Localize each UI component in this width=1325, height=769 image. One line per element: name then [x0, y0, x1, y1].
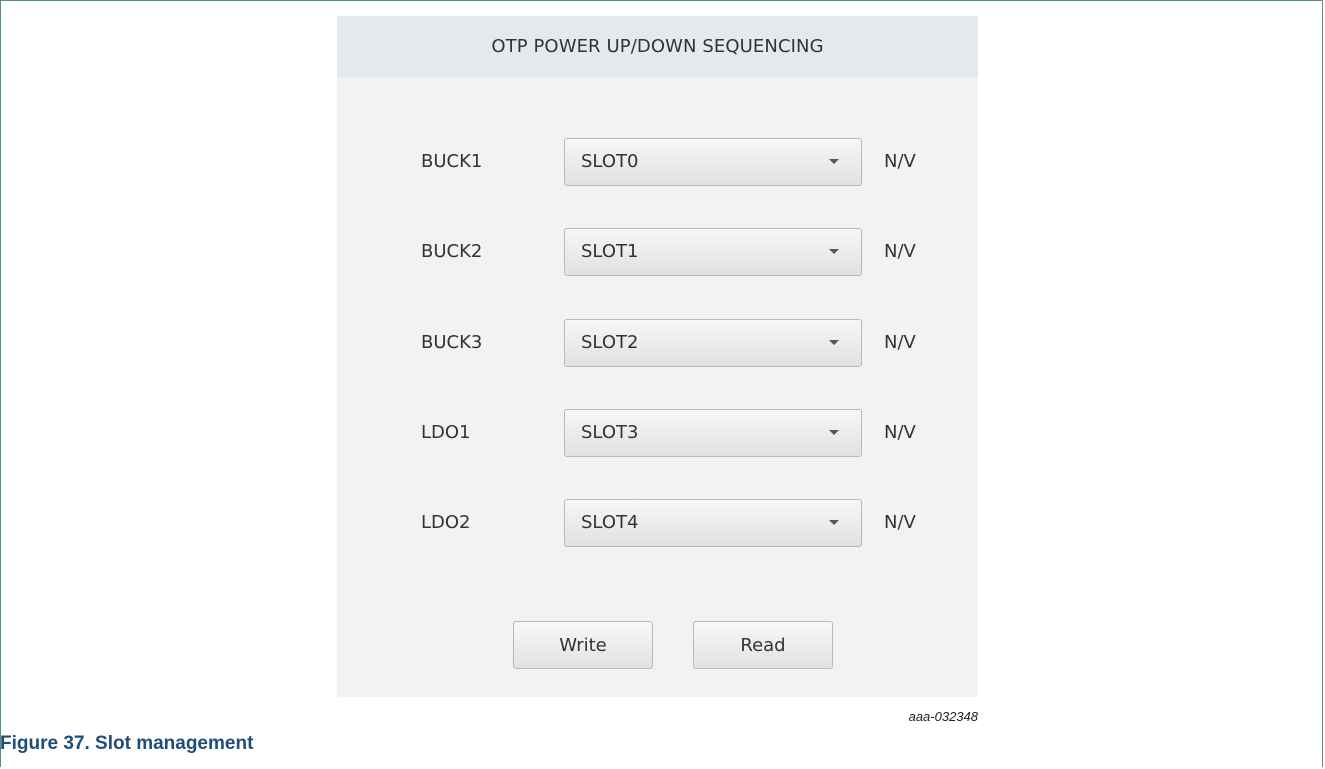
slot-dropdown-buck3[interactable]: SLOT2: [564, 319, 862, 367]
slot-dropdown-ldo1[interactable]: SLOT3: [564, 409, 862, 457]
figure-caption: Figure 37. Slot management: [0, 733, 254, 754]
row-label: LDO2: [421, 512, 471, 533]
slot-dropdown-ldo2[interactable]: SLOT4: [564, 499, 862, 547]
sequence-row-ldo2: LDO2 SLOT4 N/V: [337, 499, 978, 547]
chevron-down-icon: [829, 249, 839, 254]
slot-selected-value: SLOT4: [581, 512, 639, 533]
sequence-row-ldo1: LDO1 SLOT3 N/V: [337, 409, 978, 457]
slot-selected-value: SLOT3: [581, 422, 639, 443]
row-label: BUCK3: [421, 332, 483, 353]
slot-selected-value: SLOT1: [581, 241, 639, 262]
slot-selected-value: SLOT0: [581, 151, 639, 172]
row-label: LDO1: [421, 422, 471, 443]
chevron-down-icon: [829, 159, 839, 164]
chevron-down-icon: [829, 520, 839, 525]
status-value: N/V: [884, 422, 916, 443]
slot-dropdown-buck1[interactable]: SLOT0: [564, 138, 862, 186]
chevron-down-icon: [829, 340, 839, 345]
write-button[interactable]: Write: [513, 621, 653, 669]
sequence-row-buck1: BUCK1 SLOT0 N/V: [337, 138, 978, 186]
otp-sequencing-panel: OTP POWER UP/DOWN SEQUENCING BUCK1 SLOT0…: [337, 16, 978, 697]
slot-dropdown-buck2[interactable]: SLOT1: [564, 228, 862, 276]
read-button[interactable]: Read: [693, 621, 833, 669]
status-value: N/V: [884, 332, 916, 353]
row-label: BUCK2: [421, 241, 483, 262]
status-value: N/V: [884, 151, 916, 172]
slot-selected-value: SLOT2: [581, 332, 639, 353]
sequence-row-buck2: BUCK2 SLOT1 N/V: [337, 228, 978, 276]
row-label: BUCK1: [421, 151, 483, 172]
status-value: N/V: [884, 512, 916, 533]
panel-title: OTP POWER UP/DOWN SEQUENCING: [337, 16, 978, 77]
sequence-row-buck3: BUCK3 SLOT2 N/V: [337, 319, 978, 367]
status-value: N/V: [884, 241, 916, 262]
chevron-down-icon: [829, 430, 839, 435]
figure-image-id: aaa-032348: [908, 709, 978, 724]
